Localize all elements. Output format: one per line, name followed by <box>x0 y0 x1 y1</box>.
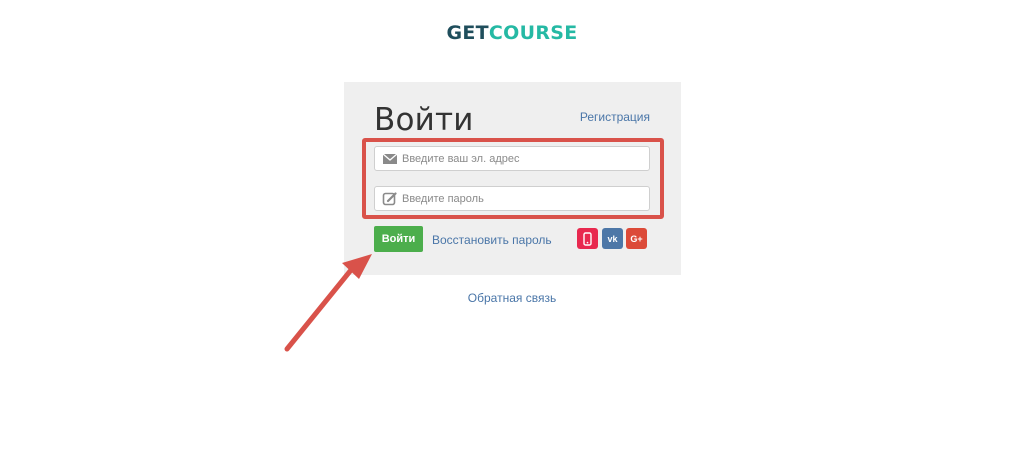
google-plus-icon: G+ <box>630 233 643 244</box>
logo-part-course: COURSE <box>488 22 578 44</box>
register-link[interactable]: Регистрация <box>580 110 650 124</box>
restore-password-link[interactable]: Восстановить пароль <box>432 233 552 247</box>
getcourse-logo[interactable]: GETCOURSE <box>0 22 1024 44</box>
pencil-icon <box>382 191 397 205</box>
vk-icon: vk <box>607 233 618 244</box>
login-button[interactable]: Войти <box>374 226 423 252</box>
password-field[interactable] <box>374 186 650 211</box>
phone-icon <box>583 231 592 246</box>
envelope-icon <box>382 153 398 164</box>
password-input[interactable] <box>402 192 642 205</box>
feedback-link[interactable]: Обратная связь <box>0 291 1024 305</box>
feedback-link-text: Обратная связь <box>467 291 557 305</box>
phone-login-button[interactable] <box>577 228 598 249</box>
login-panel: Войти Регистрация Войти Восстановить пар… <box>344 82 681 275</box>
google-plus-login-button[interactable]: G+ <box>626 228 647 249</box>
vk-login-button[interactable]: vk <box>602 228 623 249</box>
page-title: Войти <box>374 102 474 138</box>
logo-part-get: GET <box>446 22 489 44</box>
email-input[interactable] <box>402 152 642 165</box>
email-field[interactable] <box>374 146 650 171</box>
